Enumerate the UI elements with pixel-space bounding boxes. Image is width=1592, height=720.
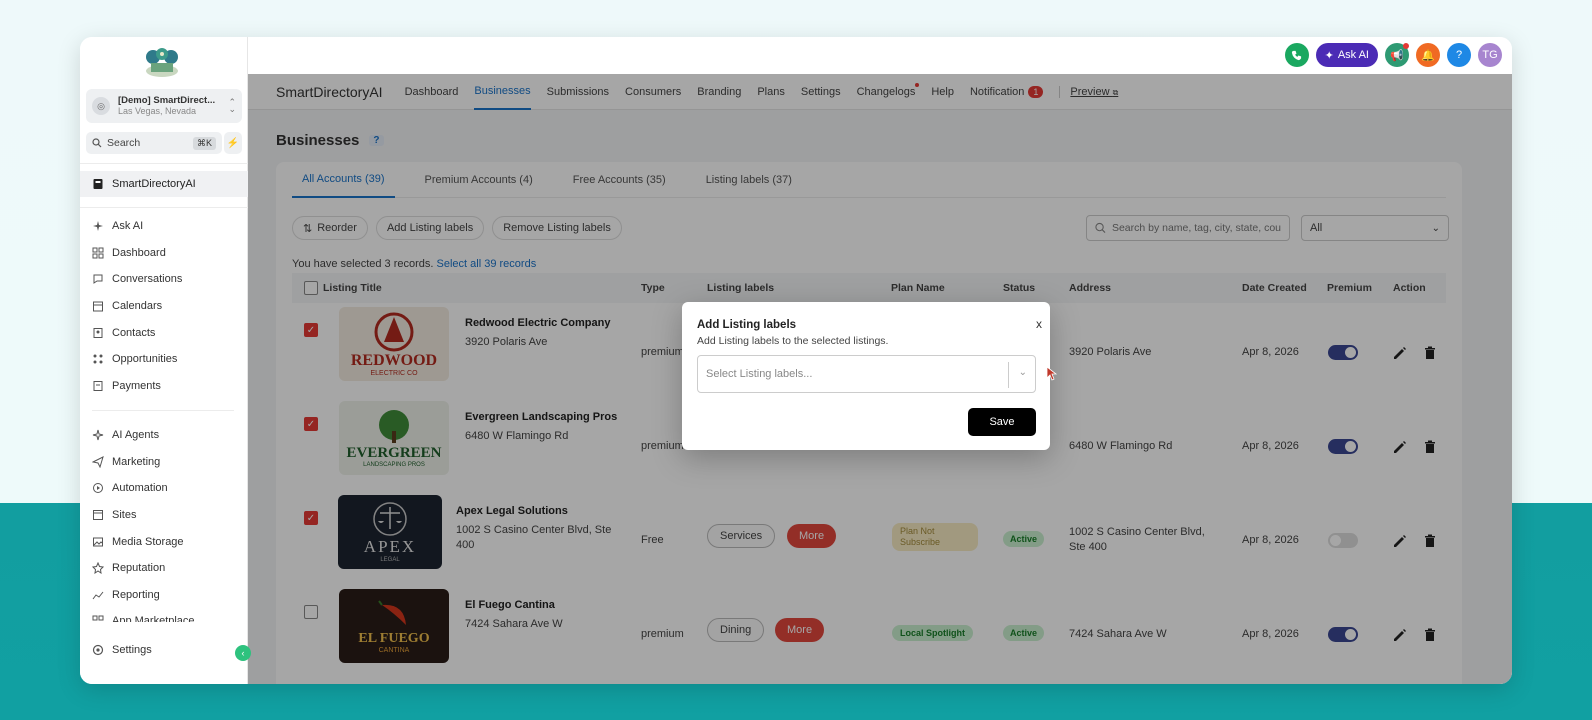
payments-icon (92, 380, 104, 392)
select-separator (1008, 362, 1009, 388)
nav-group-tools: AI Agents Marketing Automation Sites Media S… (80, 422, 248, 622)
select-placeholder: Select Listing labels... (706, 368, 813, 380)
nav-group-main: Ask AI Dashboard Conversations Calendars Con… (80, 213, 248, 399)
sidebar-item-reputation[interactable]: Reputation (80, 555, 248, 582)
avatar-initials: TG (1482, 49, 1498, 61)
sidebar-item-label: Calendars (112, 300, 163, 313)
chevron-updown-icon: ⌃ ⌄ (228, 97, 236, 114)
sidebar-item-label: Media Storage (112, 535, 184, 548)
sidebar-item-label: App Marketplace (112, 615, 195, 622)
sidebar-item-smartdirectoryai[interactable]: SmartDirectoryAI (80, 171, 248, 197)
listing-labels-select[interactable]: Select Listing labels... ⌄ (697, 355, 1036, 393)
ask-ai-button[interactable]: ✦ Ask AI (1315, 43, 1378, 67)
app-window: ◎ [Demo] SmartDirect... Las Vegas, Nevad… (80, 37, 1512, 684)
location-name: [Demo] SmartDirect... (118, 95, 216, 106)
megaphone-icon[interactable]: 📢 (1385, 43, 1409, 67)
modal-subtitle: Add Listing labels to the selected listi… (697, 335, 889, 347)
sidebar-item-label: Payments (112, 379, 161, 392)
avatar[interactable]: TG (1478, 43, 1502, 67)
ai-agents-icon (92, 429, 104, 441)
modal-title: Add Listing labels (697, 319, 797, 331)
sidebar-item-automation[interactable]: Automation (80, 475, 248, 502)
sidebar-item-label: Reputation (112, 562, 166, 575)
sidebar-item-label: Conversations (112, 273, 183, 286)
divider (80, 207, 248, 208)
sidebar-item-label: Dashboard (112, 246, 166, 259)
sidebar-item-sites[interactable]: Sites (80, 502, 248, 529)
sidebar-item-label: Contacts (112, 326, 156, 339)
sidebar-item-app-marketplace[interactable]: App Marketplace (80, 608, 248, 622)
image-icon (92, 536, 104, 548)
app-logo (146, 48, 178, 77)
bell-icon[interactable]: 🔔 (1416, 43, 1440, 67)
opportunities-icon (92, 353, 104, 365)
chart-line-icon (92, 589, 104, 601)
sidebar-item-label: Ask AI (112, 220, 144, 233)
location-city: Las Vegas, Nevada (118, 106, 197, 116)
topbar: ✦ Ask AI 📢 🔔 ? TG (248, 37, 1512, 74)
sidebar-item-label: AI Agents (112, 429, 160, 442)
star-icon (91, 561, 105, 575)
sidebar-item-opportunities[interactable]: Opportunities (80, 346, 248, 373)
sidebar-item-settings[interactable]: Settings (80, 637, 248, 663)
sidebar-item-label: SmartDirectoryAI (112, 178, 196, 190)
sidebar-item-reporting[interactable]: Reporting (80, 582, 248, 609)
help-label: ? (1455, 49, 1463, 61)
save-button[interactable]: Save (968, 408, 1036, 436)
search-shortcut: ⌘K (192, 136, 216, 150)
sparkle-icon (92, 220, 104, 232)
sparkle-icon: ✦ (1324, 49, 1334, 62)
chat-bubble-icon (92, 273, 104, 285)
contacts-icon (92, 327, 104, 339)
grid-icon (92, 247, 104, 259)
gear-icon (92, 644, 104, 656)
send-icon (91, 455, 104, 469)
location-icon: ◎ (92, 97, 110, 115)
apps-icon (92, 615, 104, 622)
sidebar-item-ai-agents[interactable]: AI Agents (80, 422, 248, 449)
sidebar-search[interactable]: Search ⌘K (86, 132, 222, 154)
sidebar-item-label: Settings (112, 644, 152, 656)
sidebar-item-ask-ai[interactable]: Ask AI (80, 213, 248, 240)
help-icon[interactable]: ? (1447, 43, 1471, 67)
sidebar-item-marketing[interactable]: Marketing (80, 449, 248, 476)
sidebar-item-contacts[interactable]: Contacts (80, 319, 248, 346)
divider (92, 410, 234, 411)
sidebar-item-label: Marketing (112, 455, 161, 468)
search-icon (92, 138, 102, 148)
sidebar-item-label: Sites (112, 509, 137, 522)
sidebar-item-media-storage[interactable]: Media Storage (80, 528, 248, 555)
phone-icon[interactable] (1284, 43, 1309, 67)
alert-dot (1403, 43, 1409, 49)
sidebar-item-label: Opportunities (112, 353, 178, 366)
calendar-icon (92, 300, 104, 312)
bolt-icon[interactable]: ⚡ (224, 132, 242, 154)
sidebar-item-label: Reporting (112, 588, 160, 601)
automation-icon (92, 482, 104, 494)
mouse-cursor-icon (1047, 367, 1057, 381)
sidebar-item-label: Automation (112, 482, 168, 495)
sidebar-item-dashboard[interactable]: Dashboard (80, 240, 248, 267)
close-icon[interactable]: x (1036, 317, 1042, 331)
sidebar: ◎ [Demo] SmartDirect... Las Vegas, Nevad… (80, 37, 248, 684)
divider (80, 163, 248, 164)
search-label: Search (107, 137, 141, 149)
book-icon (93, 179, 103, 189)
location-switcher[interactable]: ◎ [Demo] SmartDirect... Las Vegas, Nevad… (86, 89, 242, 123)
ask-ai-label: Ask AI (1337, 49, 1369, 61)
collapse-sidebar-icon[interactable]: ‹ (235, 645, 251, 661)
sidebar-item-payments[interactable]: Payments (80, 373, 248, 400)
sidebar-item-calendars[interactable]: Calendars (80, 293, 248, 320)
chevron-down-icon: ⌄ (1018, 367, 1027, 378)
add-listing-labels-modal: Add Listing labels Add Listing labels to… (682, 302, 1050, 450)
sidebar-item-conversations[interactable]: Conversations (80, 266, 248, 293)
sites-icon (92, 509, 104, 521)
